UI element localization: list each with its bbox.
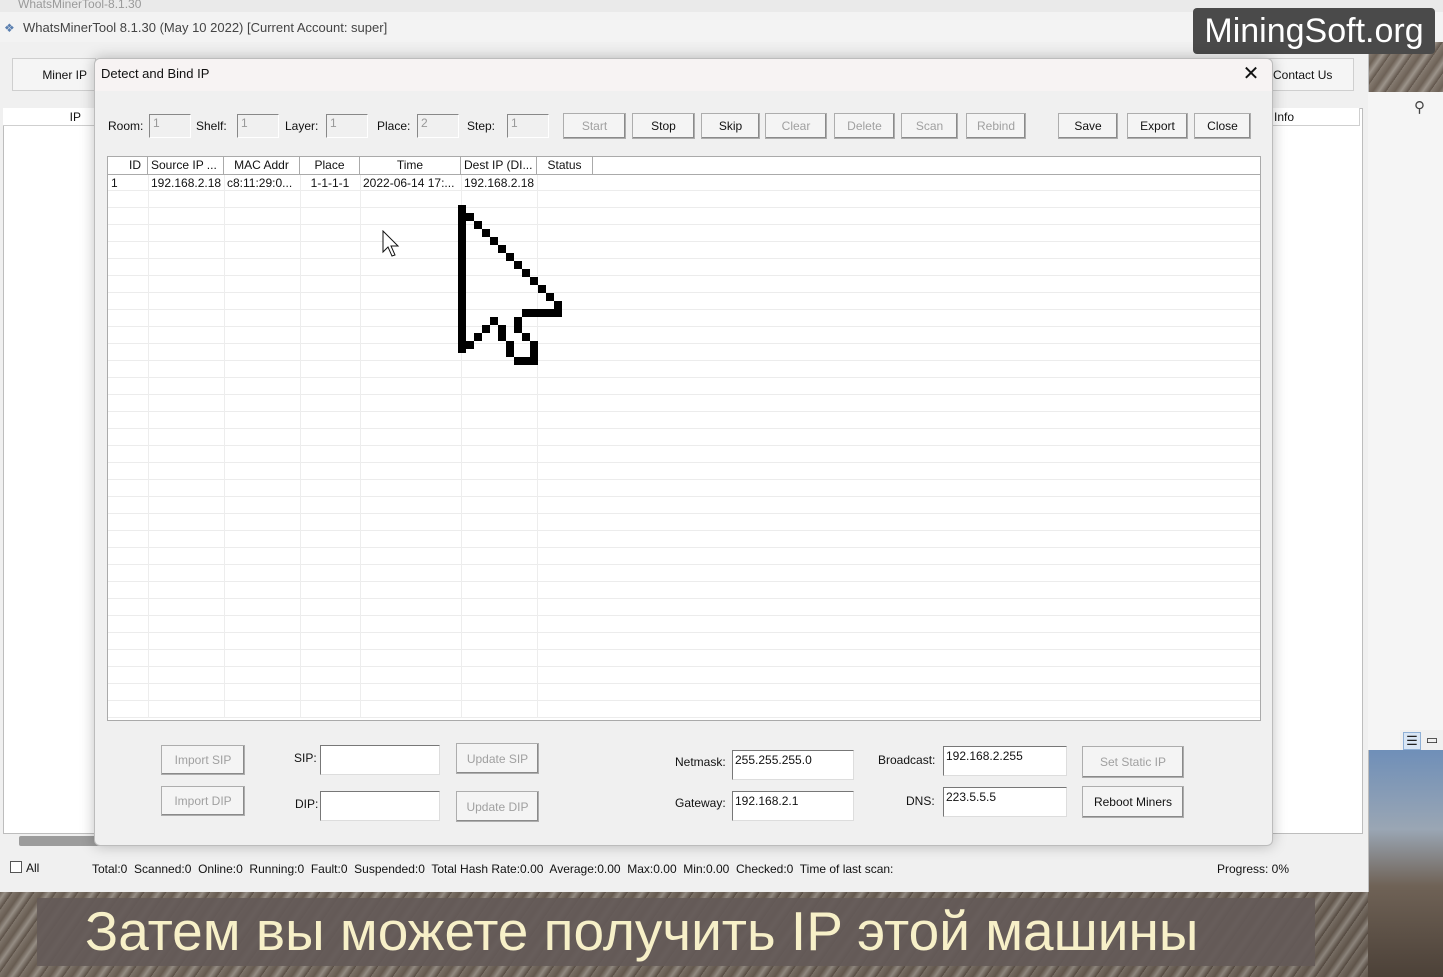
close-icon[interactable]: ✕ [1240,63,1262,85]
cell-time: 2022-06-14 17:... [363,176,455,190]
dialog-title: Detect and Bind IP [101,66,210,81]
delete-button[interactable]: Delete [834,113,895,139]
step-label: Step: [467,119,496,133]
app-title: WhatsMinerTool 8.1.30 (May 10 2022) [Cur… [23,20,388,35]
right-panel [1368,92,1443,750]
dip-input[interactable] [320,791,440,821]
sip-label: SIP: [294,751,317,765]
progress-text: Progress: 0% [1217,862,1290,876]
list-view-icon[interactable]: ☰ [1403,732,1421,750]
scan-button[interactable]: Scan [901,113,958,139]
miner-stats: Total:0 Scanned:0 Online:0 Running:0 Fau… [92,862,894,876]
stop-button[interactable]: Stop [632,113,695,139]
detect-bind-ip-dialog: Detect and Bind IP ✕ Room: 1 Shelf: 1 La… [94,58,1273,846]
save-button[interactable]: Save [1058,113,1118,139]
old-title-text: WhatsMinerTool-8.1.30 [18,0,142,11]
start-button[interactable]: Start [563,113,626,139]
grid-header: ID Source IP ... MAC Addr Place Time Des… [108,157,1260,175]
detected-miners-grid: ID Source IP ... MAC Addr Place Time Des… [107,156,1261,721]
column-header-id[interactable]: ID [108,157,148,174]
step-input[interactable]: 1 [507,114,549,138]
cell-dest-ip: 192.168.2.18 [464,176,535,190]
cell-status [537,175,593,192]
column-header-time[interactable]: Time [360,157,461,174]
view-toggle: ☰ ▭ [1400,730,1443,750]
broadcast-label: Broadcast: [878,753,936,767]
all-checkbox[interactable] [10,861,22,873]
desktop-wallpaper [1368,750,1443,977]
close-button[interactable]: Close [1194,113,1251,139]
dns-input[interactable]: 223.5.5.5 [943,787,1067,817]
app-logo-icon: ❖ [4,21,15,35]
column-header-status[interactable]: Status [537,157,593,174]
layer-label: Layer: [285,119,319,133]
miner-ip-tab[interactable]: Miner IP [12,58,96,91]
clear-button[interactable]: Clear [765,113,827,139]
place-label: Place: [377,119,411,133]
tile-view-icon[interactable]: ▭ [1424,732,1440,748]
netmask-input[interactable]: 255.255.255.0 [732,750,854,780]
column-header-dest-ip[interactable]: Dest IP (DI... [461,157,537,174]
shelf-input[interactable]: 1 [237,114,279,138]
dip-label: DIP: [295,797,319,811]
gateway-label: Gateway: [675,796,726,810]
watermark: MiningSoft.org [1193,8,1435,54]
all-label: All [26,861,40,875]
column-header-place[interactable]: Place [300,157,360,174]
cell-id: 1 [111,176,118,190]
layer-input[interactable]: 1 [326,114,368,138]
gateway-input[interactable]: 192.168.2.1 [732,791,854,821]
rebind-button[interactable]: Rebind [966,113,1026,139]
place-input[interactable]: 2 [417,114,459,138]
set-static-ip-button[interactable]: Set Static IP [1082,746,1184,778]
room-input[interactable]: 1 [149,114,191,138]
table-row[interactable]: 1 192.168.2.18 c8:11:29:0... 1-1-1-1 202… [108,175,1260,192]
dns-label: DNS: [906,794,935,808]
dialog-titlebar: Detect and Bind IP ✕ [95,59,1272,91]
cell-place: 1-1-1-1 [310,176,350,190]
column-header-mac[interactable]: MAC Addr [224,157,300,174]
column-header-ip[interactable]: IP [3,108,95,126]
mouse-pointer-icon [382,230,400,257]
update-dip-button[interactable]: Update DIP [456,791,539,822]
column-header-source-ip[interactable]: Source IP ... [148,157,224,174]
import-sip-button[interactable]: Import SIP [161,745,245,775]
broadcast-input[interactable]: 192.168.2.255 [943,746,1067,776]
update-sip-button[interactable]: Update SIP [456,743,539,774]
cell-mac: c8:11:29:0... [227,176,293,190]
shelf-label: Shelf: [196,119,227,133]
export-button[interactable]: Export [1127,113,1188,139]
column-header-info[interactable]: Info [1270,108,1360,126]
skip-button[interactable]: Skip [701,113,760,139]
status-bar: All Total:0 Scanned:0 Online:0 Running:0… [0,855,1368,885]
reboot-miners-button[interactable]: Reboot Miners [1082,786,1184,818]
video-subtitle: Затем вы можете получить IP этой машины [85,900,1199,962]
netmask-label: Netmask: [675,755,726,769]
sip-input[interactable] [320,745,440,775]
cell-source-ip: 192.168.2.18 [151,176,222,190]
import-dip-button[interactable]: Import DIP [161,786,245,816]
large-cursor-icon [458,205,562,365]
contact-us-tab[interactable]: Contact Us [1264,58,1354,91]
search-icon[interactable]: ⚲ [1414,98,1425,116]
room-label: Room: [108,119,144,133]
